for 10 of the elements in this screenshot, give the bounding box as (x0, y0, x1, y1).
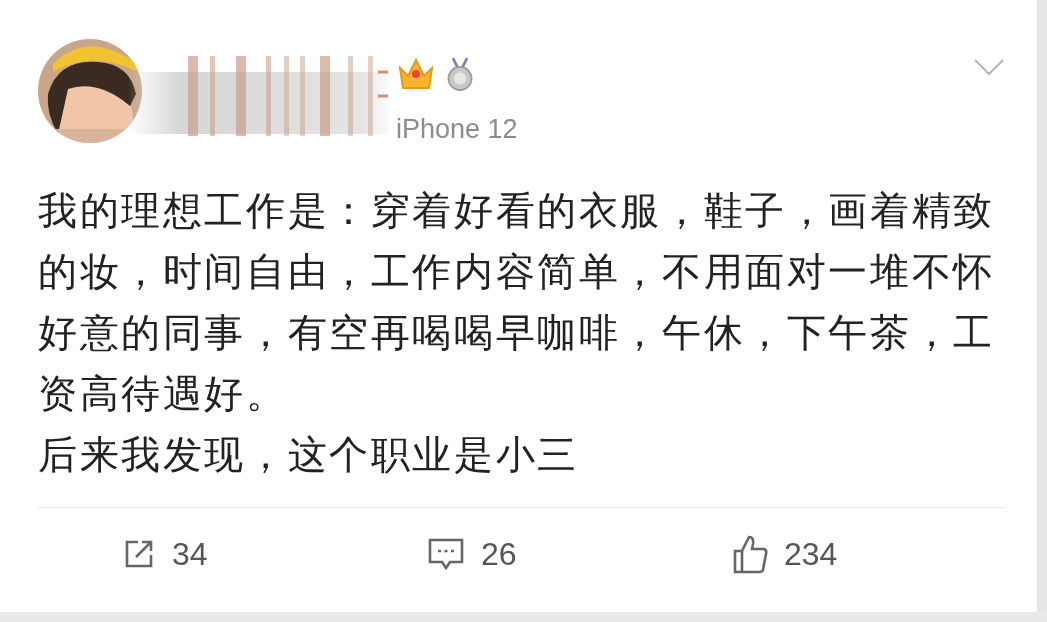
repost-count[interactable]: 34 (172, 535, 208, 573)
device-label: iPhone 12 (396, 114, 518, 144)
thumbs-up-icon (732, 534, 768, 574)
post-text: 后来我发现，这个职业是小三 (38, 431, 580, 479)
post-text: 我的理想工作是：穿着好看的衣服，鞋子，画着精致的妆，时间自由，工作内容简单，不用面对一堆不怀好意的同事，有空再喝喝早咖啡，午休，下午茶，工资高待遇好。 (38, 187, 996, 418)
comment-count[interactable]: 26 (481, 535, 517, 573)
like-count[interactable]: 234 (784, 535, 838, 573)
crown-icon (396, 56, 436, 92)
chevron-down-icon[interactable] (973, 58, 1005, 76)
comment-icon (427, 536, 465, 572)
